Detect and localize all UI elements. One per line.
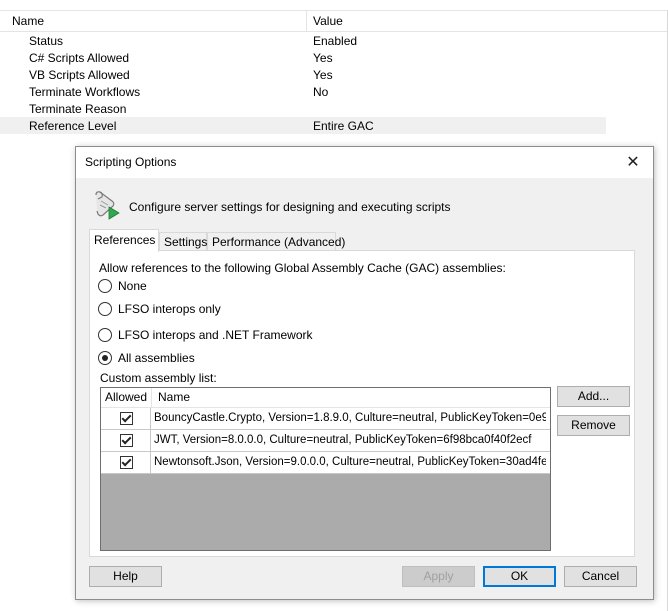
radio-button[interactable] (98, 302, 112, 316)
dialog-titlebar[interactable]: Scripting Options ✕ (76, 147, 653, 178)
tab-references[interactable]: References (89, 229, 159, 252)
ok-button[interactable]: OK (483, 566, 556, 587)
allowed-checkbox[interactable] (120, 456, 133, 469)
radio-button-selected[interactable] (98, 351, 112, 365)
dialog-header: Configure server settings for designing … (76, 178, 653, 228)
scripting-options-dialog: Scripting Options ✕ Configure server set… (75, 146, 654, 600)
tab-performance-advanced[interactable]: Performance (Advanced) (207, 232, 345, 250)
property-value: No (313, 85, 329, 99)
dialog-description: Configure server settings for designing … (129, 200, 451, 214)
property-value: Enabled (313, 34, 358, 48)
remove-assembly-button[interactable]: Remove (557, 415, 630, 436)
property-row-reference-level[interactable]: Reference Level Entire GAC (0, 117, 606, 134)
assembly-row[interactable]: JWT, Version=8.0.0.0, Culture=neutral, P… (101, 430, 550, 452)
property-value: Yes (313, 68, 333, 82)
property-row-terminate-reason[interactable]: Terminate Reason (0, 100, 668, 117)
radio-label[interactable]: None (118, 279, 147, 293)
dialog-title: Scripting Options (85, 155, 177, 169)
allowed-cell (101, 408, 151, 430)
radio-button[interactable] (98, 279, 112, 293)
assembly-name: JWT, Version=8.0.0.0, Culture=neutral, P… (154, 434, 532, 446)
property-name: C# Scripts Allowed (29, 51, 130, 65)
allowed-checkbox[interactable] (120, 434, 133, 447)
tab-settings[interactable]: Settings (159, 232, 207, 250)
assembly-row[interactable]: Newtonsoft.Json, Version=9.0.0.0, Cultur… (101, 452, 550, 474)
assembly-name: Newtonsoft.Json, Version=9.0.0.0, Cultur… (154, 456, 546, 468)
property-name: Terminate Reason (29, 102, 127, 116)
property-name: Terminate Workflows (29, 85, 141, 99)
custom-assembly-list-label: Custom assembly list: (100, 371, 217, 385)
close-icon[interactable]: ✕ (613, 147, 653, 178)
list-header: Allowed Name (101, 388, 550, 408)
property-value: Yes (313, 51, 333, 65)
assembly-name: BouncyCastle.Crypto, Version=1.8.9.0, Cu… (154, 412, 546, 424)
column-separator[interactable] (306, 11, 307, 31)
radio-label[interactable]: All assemblies (118, 351, 195, 365)
column-header-value[interactable]: Value (313, 14, 343, 28)
column-header-name[interactable]: Name (158, 388, 190, 407)
custom-assembly-list[interactable]: Allowed Name BouncyCastle.Crypto, Versio… (100, 387, 551, 551)
property-value: Entire GAC (313, 119, 374, 133)
allowed-cell (101, 430, 151, 452)
property-row-vb-scripts[interactable]: VB Scripts Allowed Yes (0, 66, 668, 83)
column-header-allowed[interactable]: Allowed (101, 388, 152, 407)
apply-button[interactable]: Apply (402, 566, 475, 587)
property-row-status[interactable]: Status Enabled (0, 32, 668, 49)
property-row-terminate-workflows[interactable]: Terminate Workflows No (0, 83, 668, 100)
radio-button[interactable] (98, 328, 112, 342)
allowed-checkbox[interactable] (120, 412, 133, 425)
property-grid-header: Name Value (0, 10, 668, 32)
property-name: VB Scripts Allowed (29, 68, 130, 82)
column-header-name[interactable]: Name (12, 14, 44, 28)
gac-assemblies-label: Allow references to the following Global… (99, 261, 506, 275)
script-scroll-icon (95, 191, 120, 220)
references-tab-panel: Allow references to the following Global… (89, 250, 635, 557)
assembly-row[interactable]: BouncyCastle.Crypto, Version=1.8.9.0, Cu… (101, 408, 550, 430)
radio-label[interactable]: LFSO interops only (118, 302, 221, 316)
allowed-cell (101, 452, 151, 474)
property-grid: Status Enabled C# Scripts Allowed Yes VB… (0, 32, 668, 134)
add-assembly-button[interactable]: Add... (557, 386, 630, 407)
property-name: Reference Level (29, 119, 117, 133)
property-name: Status (29, 34, 64, 48)
radio-label[interactable]: LFSO interops and .NET Framework (118, 328, 313, 342)
cancel-button[interactable]: Cancel (564, 566, 637, 587)
property-row-csharp-scripts[interactable]: C# Scripts Allowed Yes (0, 49, 668, 66)
help-button[interactable]: Help (89, 566, 162, 587)
